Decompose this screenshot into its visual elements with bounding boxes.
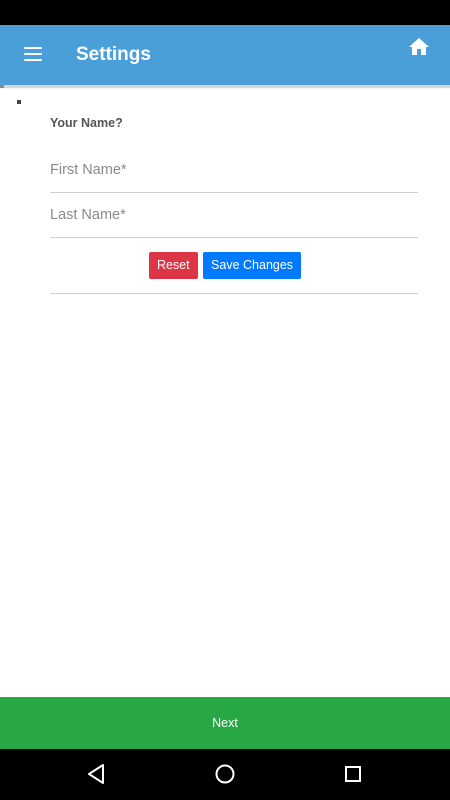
back-triangle-icon[interactable]	[84, 762, 108, 786]
last-name-field[interactable]	[50, 193, 418, 238]
divider	[50, 293, 418, 294]
first-name-field[interactable]	[50, 148, 418, 193]
list-bullet	[17, 100, 21, 104]
section-label: Your Name?	[50, 116, 123, 130]
save-changes-button[interactable]: Save Changes	[203, 252, 302, 279]
app-bar: Settings	[0, 25, 450, 85]
form-actions: Reset Save Changes	[0, 252, 450, 279]
home-icon[interactable]	[406, 35, 432, 59]
last-name-input[interactable]	[50, 193, 418, 237]
page-title: Settings	[76, 44, 151, 65]
status-bar	[0, 0, 450, 25]
reset-button[interactable]: Reset	[148, 252, 198, 279]
circle-icon[interactable]	[213, 762, 237, 786]
progress-fill	[0, 85, 4, 88]
square-icon[interactable]	[341, 762, 365, 786]
first-name-input[interactable]	[50, 148, 418, 192]
next-button[interactable]: Next	[0, 697, 450, 749]
progress-bar	[0, 85, 450, 88]
menu-icon[interactable]	[24, 47, 44, 63]
system-nav-bar	[0, 749, 450, 800]
